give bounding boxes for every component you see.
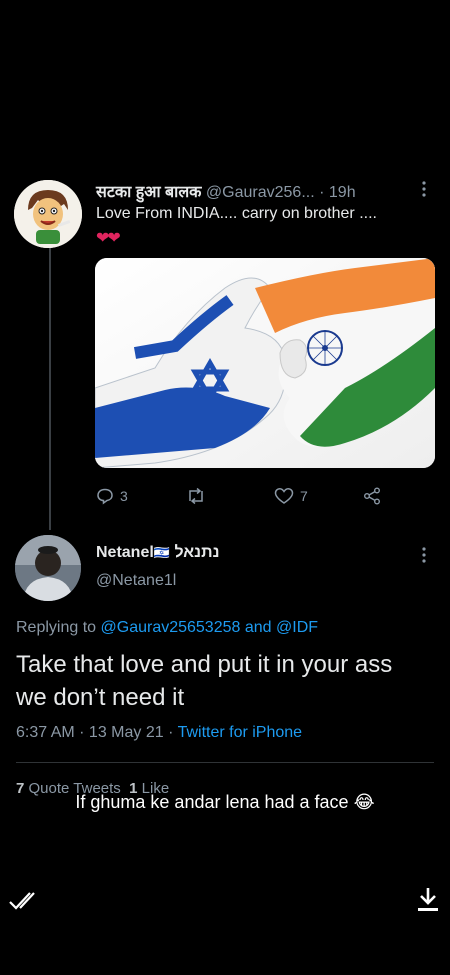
reply-count: 3 xyxy=(120,488,128,504)
tweet2-name-row: Netanel🇮🇱 נתנאל xyxy=(96,544,219,562)
reply-action[interactable]: 3 xyxy=(96,486,128,506)
tweet2-meta: 6:37 AM · 13 May 21 · Twitter for iPhone xyxy=(16,724,302,742)
thread-connector xyxy=(49,240,51,530)
avatar-gaurav[interactable] xyxy=(14,180,82,248)
retweet-icon xyxy=(189,487,203,505)
share-action[interactable] xyxy=(362,486,382,506)
like-icon xyxy=(274,488,294,504)
replying-prefix: Replying to xyxy=(16,619,97,636)
meme-caption-text: If ghuma ke andar lena had a face 😂 xyxy=(75,792,375,812)
more-icon-2[interactable] xyxy=(420,546,428,564)
download-icon[interactable] xyxy=(416,886,440,914)
tweet1-time[interactable]: 19h xyxy=(329,184,356,201)
tweet1-image[interactable] xyxy=(95,258,435,468)
tweet2-source[interactable]: Twitter for iPhone xyxy=(178,724,303,741)
like-action[interactable]: 7 xyxy=(274,486,308,506)
reply-icon xyxy=(97,488,113,505)
replying-user-gaurav[interactable]: @Gaurav25653258 xyxy=(101,619,241,636)
retweet-action[interactable] xyxy=(186,486,206,506)
tweet2-text: Take that love and put it in your ass we… xyxy=(16,651,393,711)
tweet2-hebrew-name: נתנאל xyxy=(174,544,220,561)
double-check-icon[interactable] xyxy=(8,888,38,914)
replying-user-idf[interactable]: @IDF xyxy=(276,619,318,636)
tweet1-header: सटका हुआ बालक @Gaurav256... · 19h xyxy=(96,180,356,202)
tweet1-text: Love From INDIA.... carry on brother ...… xyxy=(96,205,377,222)
handshake-flags-image xyxy=(95,258,435,468)
meme-caption: If ghuma ke andar lena had a face 😂 xyxy=(0,792,450,813)
divider xyxy=(16,762,434,763)
replying-to: Replying to @Gaurav25653258 and @IDF xyxy=(16,619,318,637)
tweet1-display-name[interactable]: सटका हुआ बालक xyxy=(96,184,201,201)
israel-flag: 🇮🇱 xyxy=(153,545,170,560)
like-count: 7 xyxy=(300,488,308,504)
tweet1-handle[interactable]: @Gaurav256... xyxy=(206,184,315,201)
replying-and[interactable]: and xyxy=(245,619,272,636)
avatar-netanel[interactable] xyxy=(15,535,81,601)
tweet2-timestamp: 6:37 AM · 13 May 21 · xyxy=(16,724,174,741)
heart-emoji: ❤❤ xyxy=(96,230,121,247)
more-icon[interactable] xyxy=(420,180,428,198)
tweet2-handle[interactable]: @Netane1l xyxy=(96,572,176,590)
tweet1-separator: · xyxy=(319,184,325,201)
tweet2-display-name[interactable]: Netanel xyxy=(96,544,154,561)
share-icon xyxy=(364,487,380,505)
